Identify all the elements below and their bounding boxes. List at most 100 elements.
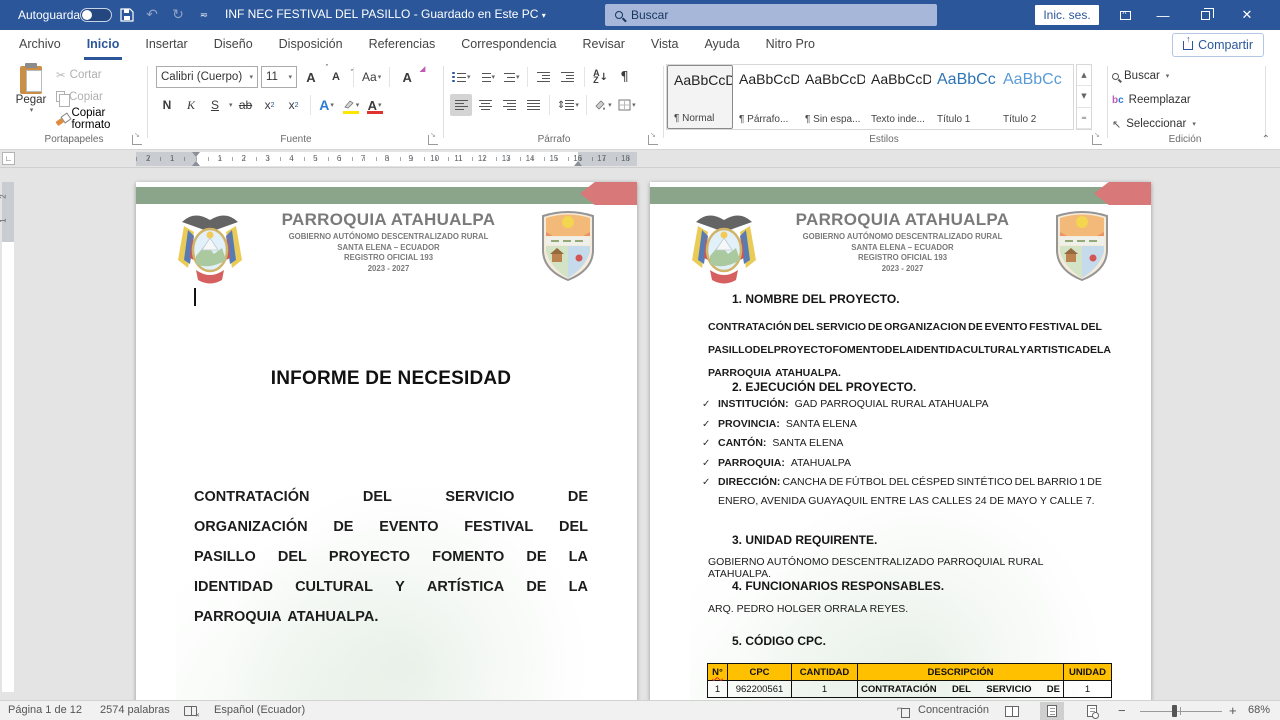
font-color-button[interactable]: A▾ xyxy=(364,94,386,116)
close-icon[interactable]: ✕ xyxy=(1230,0,1264,30)
clipboard-dialog-launcher[interactable] xyxy=(132,135,142,145)
clear-formatting-button[interactable]: A◢ xyxy=(396,66,418,88)
underline-dropdown-icon[interactable]: ▾ xyxy=(229,101,233,109)
word-count[interactable]: 2574 palabras xyxy=(100,704,170,716)
search-input[interactable]: Buscar xyxy=(605,4,937,26)
justify-button[interactable] xyxy=(522,94,544,116)
v-ruler[interactable]: 21 xyxy=(0,168,16,700)
font-family-select[interactable]: Calibri (Cuerpo)▾ xyxy=(156,66,258,88)
align-left-button[interactable] xyxy=(450,94,472,116)
tab-correspondencia[interactable]: Correspondencia xyxy=(448,30,569,60)
save-icon[interactable] xyxy=(115,5,139,25)
styles-dialog-launcher[interactable] xyxy=(1092,135,1102,145)
zoom-out-button[interactable]: − xyxy=(1118,703,1126,718)
paragraph-dialog-launcher[interactable] xyxy=(648,135,658,145)
copy-button[interactable]: Copiar xyxy=(56,88,144,105)
italic-button[interactable]: K xyxy=(180,94,202,116)
page-count[interactable]: Página 1 de 12 xyxy=(8,704,82,716)
zoom-level[interactable]: 68% xyxy=(1248,704,1270,716)
proofing-errors-icon[interactable] xyxy=(184,706,197,719)
sort-button[interactable]: AZ↓ xyxy=(590,66,612,88)
styles-more-icon[interactable]: ≂ xyxy=(1077,108,1091,129)
minimize-icon[interactable]: — xyxy=(1146,0,1180,30)
select-button[interactable]: ↖Seleccionar▾ xyxy=(1112,114,1196,134)
font-dialog-launcher[interactable] xyxy=(428,135,438,145)
style-card-título-2[interactable]: AaBbCcDTítulo 2 xyxy=(997,65,1063,129)
decrease-indent-button[interactable] xyxy=(533,66,555,88)
tab-disposición[interactable]: Disposición xyxy=(266,30,356,60)
grow-font-button[interactable]: Aˆ xyxy=(300,66,322,88)
collapse-ribbon-icon[interactable]: ⌃ xyxy=(1262,134,1270,145)
style-card-sin-espa[interactable]: AaBbCcDc¶ Sin espa... xyxy=(799,65,865,129)
tab-referencias[interactable]: Referencias xyxy=(356,30,449,60)
autosave-toggle[interactable] xyxy=(80,8,112,22)
numbering-button[interactable]: ▾ xyxy=(475,66,498,88)
language-indicator[interactable]: Español (Ecuador) xyxy=(214,704,305,716)
font-size-select[interactable]: 11▾ xyxy=(261,66,297,88)
style-card-título-1[interactable]: AaBbCcTítulo 1 xyxy=(931,65,997,129)
align-right-button[interactable] xyxy=(498,94,520,116)
page-2[interactable]: PARROQUIA ATAHUALPA GOBIERNO AUTÓNOMO DE… xyxy=(650,182,1151,700)
bullet-value: SANTA ELENA xyxy=(772,437,843,450)
tab-archivo[interactable]: Archivo xyxy=(6,30,74,60)
line-spacing-button[interactable]: ⇕▾ xyxy=(555,94,581,116)
read-mode-button[interactable] xyxy=(1000,702,1024,720)
shading-button[interactable]: ▾ xyxy=(592,94,614,116)
bullets-button[interactable]: ▾ xyxy=(450,66,473,88)
tab-insertar[interactable]: Insertar xyxy=(132,30,200,60)
table-header-descripcin: DESCRIPCIÓN xyxy=(928,667,994,678)
tab-stop-selector[interactable]: ∟ xyxy=(2,152,15,165)
undo-icon[interactable]: ↶ xyxy=(140,5,164,25)
tab-vista[interactable]: Vista xyxy=(638,30,692,60)
tab-diseño[interactable]: Diseño xyxy=(201,30,266,60)
align-center-button[interactable] xyxy=(474,94,496,116)
change-case-button[interactable]: Aa▾ xyxy=(360,66,383,88)
restore-window-icon[interactable] xyxy=(1188,0,1222,30)
share-button[interactable]: Compartir xyxy=(1172,33,1264,57)
zoom-slider-thumb[interactable] xyxy=(1172,705,1177,717)
tab-inicio[interactable]: Inicio xyxy=(74,30,133,60)
zoom-in-button[interactable]: + xyxy=(1229,703,1237,718)
multilevel-list-button[interactable]: ▾ xyxy=(499,66,522,88)
superscript-button[interactable]: x2 xyxy=(283,94,305,116)
strikethrough-button[interactable]: ab xyxy=(235,94,257,116)
increase-indent-button[interactable] xyxy=(557,66,579,88)
text-effects-button[interactable]: A▾ xyxy=(316,94,338,116)
paste-button[interactable]: Pegar ▾ xyxy=(8,64,54,130)
document-title[interactable]: INF NEC FESTIVAL DEL PASILLO - Guardado … xyxy=(225,7,546,21)
subscript-button[interactable]: x2 xyxy=(259,94,281,116)
highlight-button[interactable]: ▾ xyxy=(340,94,362,116)
print-layout-button[interactable] xyxy=(1040,702,1064,720)
bold-button[interactable]: N xyxy=(156,94,178,116)
web-layout-button[interactable] xyxy=(1080,702,1104,720)
tab-nitro-pro[interactable]: Nitro Pro xyxy=(753,30,828,60)
word-window: Autoguardado ↶ ↻ ≂ INF NEC FESTIVAL DEL … xyxy=(0,0,1280,720)
focus-mode-icon[interactable] xyxy=(898,706,910,720)
ruler-number: 6 xyxy=(337,154,341,163)
show-paragraph-marks-button[interactable]: ¶ xyxy=(614,66,636,88)
tab-revisar[interactable]: Revisar xyxy=(569,30,637,60)
find-button[interactable]: Buscar▾ xyxy=(1112,66,1169,86)
cut-button[interactable]: ✂Cortar xyxy=(56,66,144,83)
style-card-texto-inde[interactable]: AaBbCcDtTexto inde... xyxy=(865,65,931,129)
focus-mode-label[interactable]: Concentración xyxy=(918,704,989,716)
h-ruler[interactable]: 12123456789101112131415161718 xyxy=(136,152,637,166)
first-line-indent-marker[interactable] xyxy=(192,152,200,157)
style-card-párrafo[interactable]: AaBbCcDc¶ Párrafo... xyxy=(733,65,799,129)
style-card-normal[interactable]: AaBbCcDc¶ Normal xyxy=(667,65,733,129)
underline-button[interactable]: S xyxy=(204,94,226,116)
tab-ayuda[interactable]: Ayuda xyxy=(691,30,752,60)
styles-scroll-down-icon[interactable]: ▼ xyxy=(1077,86,1091,107)
page-1[interactable]: PARROQUIA ATAHUALPA GOBIERNO AUTÓNOMO DE… xyxy=(136,182,637,700)
quick-access-menu-icon[interactable]: ≂ xyxy=(192,5,216,25)
replace-button[interactable]: bcReemplazar xyxy=(1112,90,1191,110)
styles-scroll-up-icon[interactable]: ▲ xyxy=(1077,65,1091,86)
hanging-indent-marker[interactable] xyxy=(192,161,200,166)
zoom-slider-track[interactable] xyxy=(1140,711,1222,713)
sign-in-button[interactable]: Inic. ses. xyxy=(1035,5,1099,25)
borders-button[interactable]: ▾ xyxy=(616,94,638,116)
ribbon-display-options-icon[interactable] xyxy=(1108,0,1142,30)
redo-icon[interactable]: ↻ xyxy=(166,5,190,25)
format-painter-button[interactable]: Copiar formato xyxy=(56,110,144,127)
shrink-font-button[interactable]: Aˇ xyxy=(325,66,347,88)
